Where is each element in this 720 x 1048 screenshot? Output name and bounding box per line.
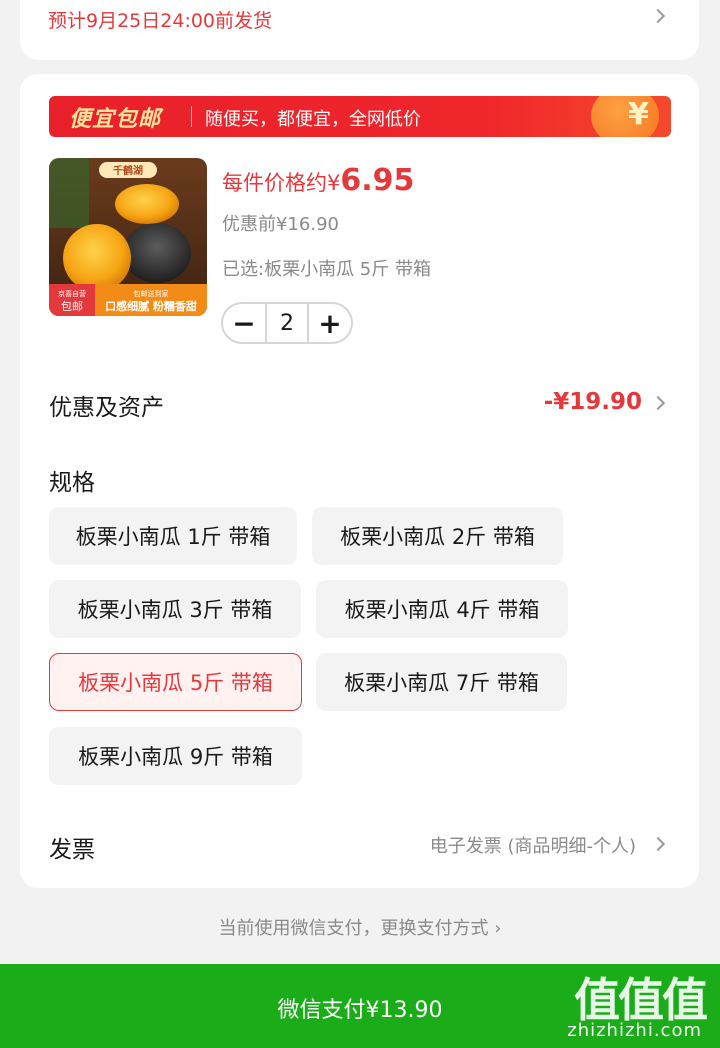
price-value: 6.95 [340, 163, 415, 198]
badge-bottom-label: 包邮 [61, 300, 83, 313]
quantity-value[interactable]: 2 [265, 304, 309, 342]
change-payment-link[interactable]: 当前使用微信支付，更换支付方式 › [0, 914, 720, 940]
price-prefix: 每件价格约¥ [222, 171, 341, 195]
spec-option[interactable]: 板栗小南瓜 2斤 带箱 [312, 507, 563, 565]
discount-label[interactable]: 优惠及资产 [49, 388, 164, 422]
brand-label: 千鹤湖 [113, 164, 143, 177]
selected-spec: 已选:板栗小南瓜 5斤 带箱 [222, 259, 431, 280]
promo-banner: 便宜包邮 随便买，都便宜，全网低价 ¥ [49, 96, 671, 137]
invoice-label[interactable]: 发票 [49, 830, 95, 864]
discount-value[interactable]: -¥19.90 [544, 389, 642, 415]
invoice-value[interactable]: 电子发票 (商品明细-个人) [430, 832, 636, 858]
product-image[interactable]: 千鹤湖 京喜自营 包邮 包邮送到家 口感细腻 粉糯香甜 [49, 158, 207, 316]
spec-option[interactable]: 板栗小南瓜 7斤 带箱 [316, 653, 567, 711]
badge-top-label: 京喜自营 [58, 289, 86, 298]
shipping-estimate: 预计9月25日24:00前发货 [48, 10, 273, 32]
banner-subtitle: 随便买，都便宜，全网低价 [205, 109, 421, 130]
small-label: 包邮送到家 [134, 289, 169, 298]
spec-option-selected[interactable]: 板栗小南瓜 5斤 带箱 [49, 653, 302, 711]
watermark-url: zhizhizhi.com [567, 1020, 702, 1041]
original-price: 优惠前¥16.90 [222, 214, 339, 235]
plus-button[interactable]: + [309, 304, 351, 342]
banner-divider [191, 106, 192, 127]
tagline-label: 口感细腻 粉糯香甜 [105, 299, 197, 313]
yen-icon: ¥ [628, 97, 649, 132]
spec-option[interactable]: 板栗小南瓜 4斤 带箱 [316, 580, 568, 638]
quantity-stepper: − 2 + [221, 302, 353, 344]
watermark-logo: 值值值 zhizhizhi.com [560, 964, 710, 1048]
unit-price: 每件价格约¥6.95 [222, 163, 414, 198]
spec-option[interactable]: 板栗小南瓜 1斤 带箱 [49, 507, 297, 565]
spec-option[interactable]: 板栗小南瓜 3斤 带箱 [49, 580, 301, 638]
banner-title: 便宜包邮 [69, 107, 162, 132]
spec-label: 规格 [49, 470, 95, 496]
minus-button[interactable]: − [223, 304, 265, 342]
spec-option[interactable]: 板栗小南瓜 9斤 带箱 [49, 727, 302, 785]
wechat-pay-button[interactable]: 微信支付¥13.90 值值值 zhizhizhi.com [0, 964, 720, 1048]
